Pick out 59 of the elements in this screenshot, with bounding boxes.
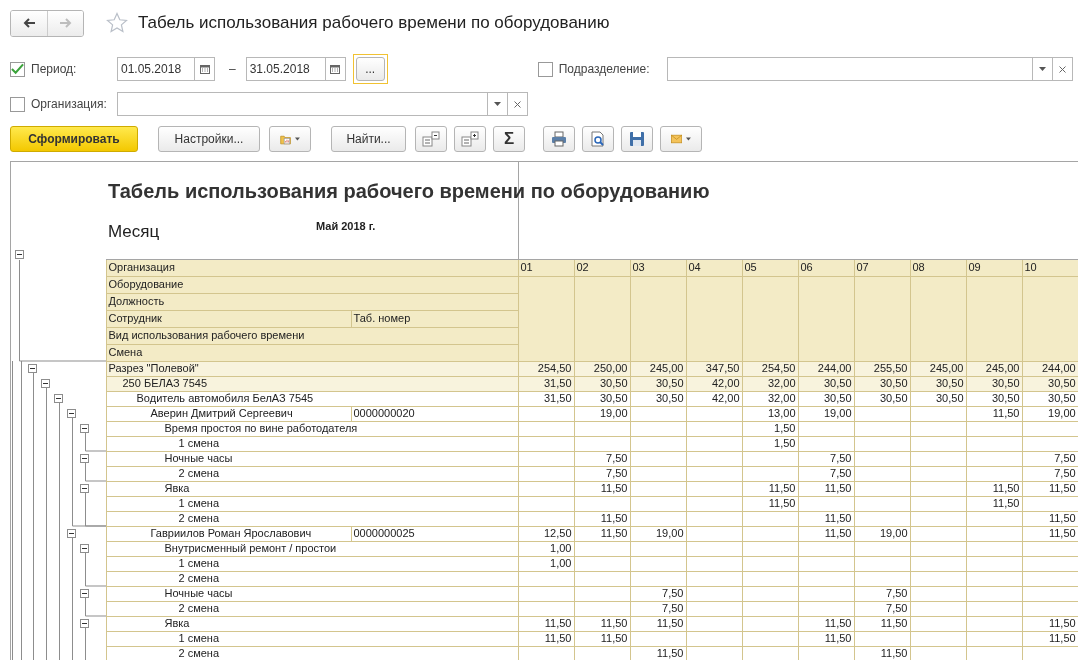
dropdown-button[interactable] bbox=[488, 92, 508, 116]
field-label: Организация: bbox=[31, 96, 108, 113]
expand-all-icon bbox=[461, 131, 479, 147]
collapse-toggle[interactable] bbox=[28, 364, 37, 373]
caret-icon bbox=[295, 137, 300, 141]
field-label: Период: bbox=[31, 61, 78, 78]
collapse-toggle[interactable] bbox=[80, 589, 89, 598]
department-field[interactable] bbox=[666, 57, 1033, 81]
table-cell: 0000000025 bbox=[351, 526, 518, 541]
settings-button[interactable]: Настройки... bbox=[158, 126, 260, 152]
save-button[interactable] bbox=[621, 126, 653, 152]
collapse-toggle[interactable] bbox=[41, 379, 50, 388]
checkbox[interactable] bbox=[10, 61, 25, 77]
collapse-toggle[interactable] bbox=[80, 454, 89, 463]
document-magnifier-icon bbox=[590, 131, 606, 147]
generate-button[interactable]: Сформировать bbox=[10, 126, 138, 152]
printer-icon bbox=[551, 131, 567, 147]
sum-button[interactable]: Σ bbox=[493, 126, 525, 152]
collapse-toggle[interactable] bbox=[80, 619, 89, 628]
close-icon bbox=[1058, 65, 1066, 73]
collapse-toggle[interactable] bbox=[54, 394, 63, 403]
window-title: Табель использования рабочего времени по оборудованию bbox=[138, 12, 610, 35]
back-button[interactable] bbox=[11, 10, 47, 36]
range-dash: – bbox=[229, 61, 236, 78]
envelope-icon bbox=[671, 133, 683, 145]
checkbox[interactable] bbox=[537, 61, 553, 77]
table-cell: 0000000020 bbox=[351, 406, 518, 421]
collapse-all-icon bbox=[422, 131, 440, 147]
more-button[interactable]: ... bbox=[355, 57, 385, 81]
field-label: Подразделение: bbox=[558, 61, 651, 78]
calendar-button[interactable] bbox=[195, 57, 215, 81]
caret-icon bbox=[686, 137, 691, 141]
collapse-toggle[interactable] bbox=[80, 484, 89, 493]
preview-button[interactable] bbox=[582, 126, 614, 152]
collapse-toggle[interactable] bbox=[67, 529, 76, 538]
calendar-icon bbox=[330, 64, 341, 74]
collapse-toggle[interactable] bbox=[67, 409, 76, 418]
calendar-icon bbox=[199, 64, 210, 74]
forward-arrow-icon bbox=[58, 16, 73, 30]
dropdown-button[interactable] bbox=[1032, 57, 1053, 81]
caret-icon bbox=[494, 102, 501, 106]
month-value: Май 2018 г. bbox=[316, 220, 376, 233]
collapse-toggle[interactable] bbox=[80, 424, 89, 433]
month-label: Месяц bbox=[108, 225, 161, 238]
caret-icon bbox=[1038, 67, 1046, 71]
check-icon bbox=[11, 63, 24, 75]
report-title: Табель использования рабочего времени по оборудованию bbox=[108, 180, 710, 202]
organization-field[interactable] bbox=[117, 92, 488, 116]
calendar-button[interactable] bbox=[325, 57, 346, 81]
date-field[interactable]: 01.05.2018 bbox=[117, 57, 195, 81]
close-icon bbox=[514, 100, 521, 108]
print-button[interactable] bbox=[543, 126, 575, 152]
back-arrow-icon bbox=[22, 16, 36, 30]
favorite-star-icon[interactable] bbox=[106, 12, 128, 34]
date-field[interactable]: 31.05.2018 bbox=[245, 57, 326, 81]
find-button[interactable]: Найти... bbox=[331, 126, 406, 152]
collapse-toggle[interactable] bbox=[80, 544, 89, 553]
checkbox[interactable] bbox=[10, 96, 25, 112]
collapse-toggle[interactable] bbox=[15, 250, 24, 259]
